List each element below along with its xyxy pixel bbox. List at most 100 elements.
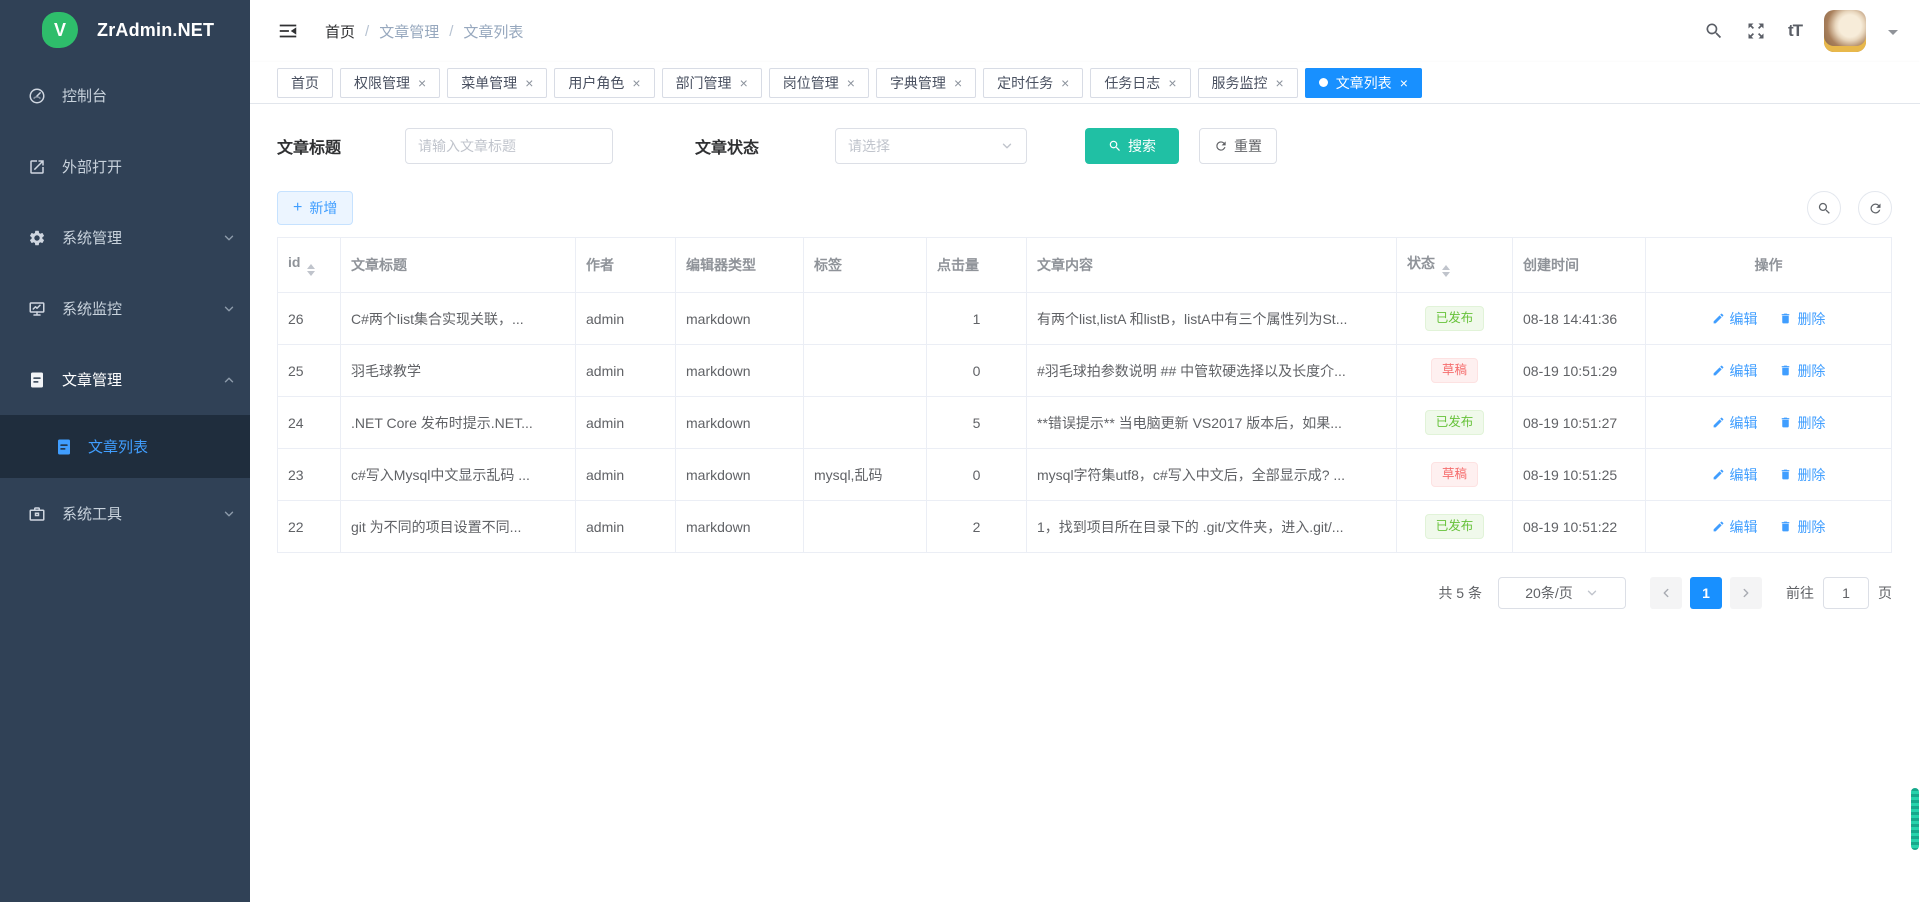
cell-status: 草稿 xyxy=(1397,449,1513,501)
cell-clicks: 0 xyxy=(927,449,1027,501)
tab-label: 用户角色 xyxy=(568,73,624,93)
page-suffix-label: 页 xyxy=(1878,583,1892,603)
text-size-icon[interactable]: tT xyxy=(1788,21,1802,41)
cell-created: 08-18 14:41:36 xyxy=(1513,293,1646,345)
sidebar-item-external-open[interactable]: 外部打开 xyxy=(0,131,250,202)
cell-editor: markdown xyxy=(676,501,804,553)
trash-icon xyxy=(1779,312,1792,325)
main-area: 首页 / 文章管理 / 文章列表 tT 首页 权限管理× 菜单管理× xyxy=(250,0,1920,902)
edit-button[interactable]: 编辑 xyxy=(1712,465,1758,485)
reset-button[interactable]: 重置 xyxy=(1199,128,1277,164)
tab-label: 菜单管理 xyxy=(461,73,517,93)
avatar-caret-down-icon[interactable] xyxy=(1888,30,1898,40)
scrollbar-thumb[interactable] xyxy=(1911,788,1919,850)
column-label: 创建时间 xyxy=(1523,257,1579,273)
delete-button[interactable]: 删除 xyxy=(1779,517,1825,537)
sidebar-item-system-tools[interactable]: 系统工具 xyxy=(0,478,250,549)
goto-page: 前往 页 xyxy=(1786,577,1892,609)
cell-author: admin xyxy=(576,293,676,345)
goto-page-input[interactable] xyxy=(1823,577,1869,609)
delete-button[interactable]: 删除 xyxy=(1779,309,1825,329)
cell-editor: markdown xyxy=(676,449,804,501)
edit-button[interactable]: 编辑 xyxy=(1712,413,1758,433)
cell-clicks: 1 xyxy=(927,293,1027,345)
column-clicks: 点击量 xyxy=(927,238,1027,293)
delete-button[interactable]: 删除 xyxy=(1779,361,1825,381)
toggle-search-button[interactable] xyxy=(1807,191,1841,225)
sort-icon[interactable] xyxy=(307,264,315,276)
gear-icon xyxy=(28,229,46,247)
tab-task-log[interactable]: 任务日志× xyxy=(1090,68,1190,98)
breadcrumb-home[interactable]: 首页 xyxy=(325,21,355,42)
menu-label: 外部打开 xyxy=(62,156,122,177)
edit-button[interactable]: 编辑 xyxy=(1712,517,1758,537)
menu-label: 文章列表 xyxy=(88,436,148,457)
cell-title: C#两个list集合实现关联，... xyxy=(341,293,576,345)
tab-menu-manage[interactable]: 菜单管理 × xyxy=(447,68,547,98)
column-status[interactable]: 状态 xyxy=(1397,238,1513,293)
app-title: ZrAdmin.NET xyxy=(97,20,214,41)
column-id[interactable]: id xyxy=(278,238,341,293)
add-button[interactable]: + 新增 xyxy=(277,191,353,225)
search-icon[interactable] xyxy=(1704,21,1724,41)
close-tab-icon[interactable]: × xyxy=(1061,76,1069,90)
sidebar-item-system-monitor[interactable]: 系统监控 xyxy=(0,273,250,344)
cell-content: #羽毛球拍参数说明 ## 中管软硬选择以及长度介... xyxy=(1027,345,1397,397)
tab-scheduled-task[interactable]: 定时任务× xyxy=(983,68,1083,98)
close-tab-icon[interactable]: × xyxy=(418,76,426,90)
close-tab-icon[interactable]: × xyxy=(1400,76,1408,90)
sidebar-item-article-list[interactable]: 文章列表 xyxy=(0,415,250,478)
page-number-button[interactable]: 1 xyxy=(1690,577,1722,609)
close-tab-icon[interactable]: × xyxy=(1276,76,1284,90)
tab-service-monitor[interactable]: 服务监控 × xyxy=(1198,68,1298,98)
fullscreen-icon[interactable] xyxy=(1746,21,1766,41)
sidebar-item-system-manage[interactable]: 系统管理 xyxy=(0,202,250,273)
status-badge: 已发布 xyxy=(1425,410,1485,435)
search-button[interactable]: 搜索 xyxy=(1085,128,1179,164)
sidebar-item-article-manage[interactable]: 文章管理 xyxy=(0,344,250,415)
next-page-button[interactable] xyxy=(1730,577,1762,609)
tab-permission-manage[interactable]: 权限管理× xyxy=(340,68,440,98)
cell-created: 08-19 10:51:29 xyxy=(1513,345,1646,397)
tab-dict-manage[interactable]: 字典管理 × xyxy=(876,68,976,98)
pencil-icon xyxy=(1712,364,1725,377)
cell-id: 22 xyxy=(278,501,341,553)
cell-editor: markdown xyxy=(676,293,804,345)
article-status-select[interactable]: 请选择 xyxy=(835,128,1027,164)
close-tab-icon[interactable]: × xyxy=(1168,76,1176,90)
tab-home[interactable]: 首页 xyxy=(277,68,333,98)
close-tab-icon[interactable]: × xyxy=(954,76,962,90)
edit-button[interactable]: 编辑 xyxy=(1712,309,1758,329)
edit-button[interactable]: 编辑 xyxy=(1712,361,1758,381)
app-logo[interactable]: V ZrAdmin.NET xyxy=(0,0,250,60)
refresh-table-button[interactable] xyxy=(1858,191,1892,225)
close-tab-icon[interactable]: × xyxy=(525,76,533,90)
user-avatar[interactable] xyxy=(1824,10,1866,52)
prev-page-button[interactable] xyxy=(1650,577,1682,609)
close-tab-icon[interactable]: × xyxy=(740,76,748,90)
chevron-right-icon xyxy=(1739,586,1753,600)
pagination-total: 共 5 条 xyxy=(1438,583,1482,603)
sort-icon[interactable] xyxy=(1442,265,1450,277)
tab-user-role[interactable]: 用户角色 × xyxy=(554,68,654,98)
collapse-sidebar-icon[interactable] xyxy=(277,20,299,42)
column-label: id xyxy=(288,254,300,270)
close-tab-icon[interactable]: × xyxy=(632,76,640,90)
cell-actions: 编辑 删除 xyxy=(1646,397,1892,449)
pagination: 共 5 条 20条/页 1 前往 页 xyxy=(277,577,1892,609)
tab-post-manage[interactable]: 岗位管理× xyxy=(769,68,869,98)
select-placeholder: 请选择 xyxy=(848,136,890,156)
close-tab-icon[interactable]: × xyxy=(847,76,855,90)
delete-button[interactable]: 删除 xyxy=(1779,465,1825,485)
cell-clicks: 2 xyxy=(927,501,1027,553)
reset-button-label: 重置 xyxy=(1234,136,1262,156)
article-title-input[interactable] xyxy=(418,138,600,154)
breadcrumb-article-manage: 文章管理 xyxy=(379,21,439,42)
tab-label: 字典管理 xyxy=(890,73,946,93)
page-size-select[interactable]: 20条/页 xyxy=(1498,577,1626,609)
tab-article-list[interactable]: 文章列表× xyxy=(1305,68,1422,98)
tab-label: 服务监控 xyxy=(1212,73,1268,93)
sidebar-item-console[interactable]: 控制台 xyxy=(0,60,250,131)
tab-dept-manage[interactable]: 部门管理× xyxy=(662,68,762,98)
delete-button[interactable]: 删除 xyxy=(1779,413,1825,433)
